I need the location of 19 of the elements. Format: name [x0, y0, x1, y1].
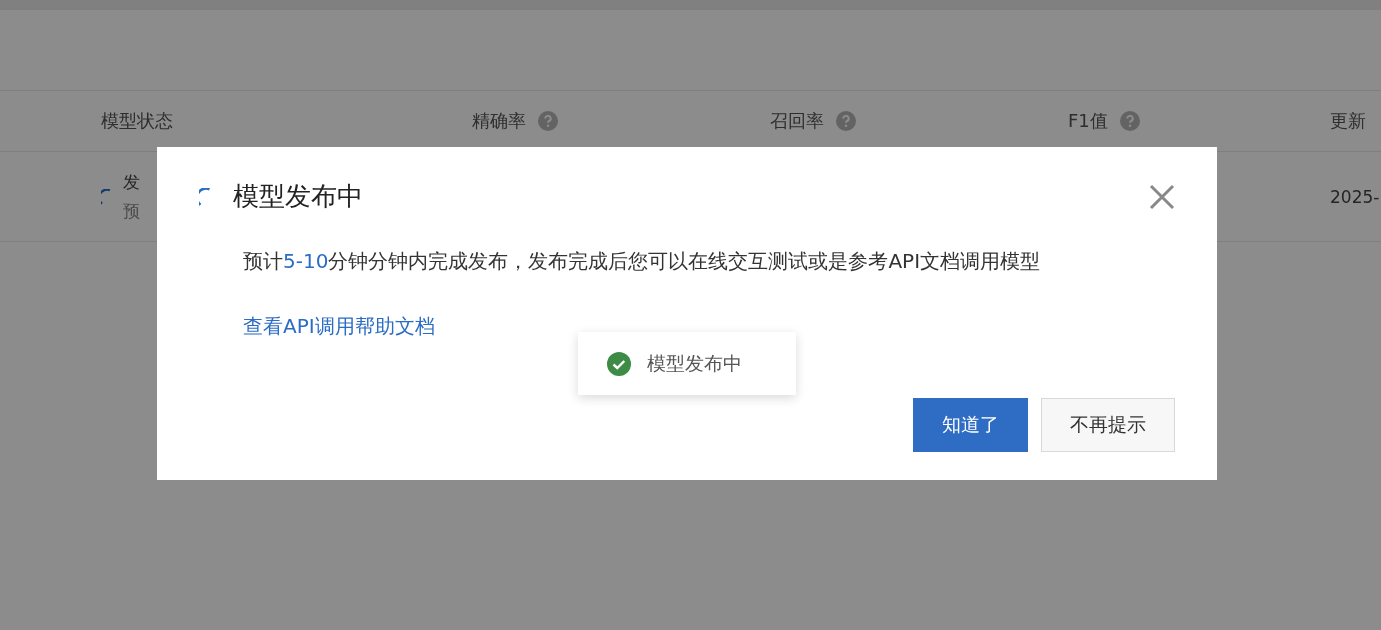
status-text: 发	[123, 170, 140, 194]
status-note: 预	[123, 199, 140, 223]
column-header: 更新	[1330, 109, 1366, 133]
dialog-message: 预计5-10分钟分钟内完成发布，发布完成后您可以在线交互测试或是参考API文档调用模型	[242, 248, 1042, 275]
column-header: 模型状态	[101, 109, 173, 133]
help-icon[interactable]	[1119, 111, 1140, 131]
toast-text: 模型发布中	[647, 350, 742, 376]
check-icon	[607, 351, 631, 376]
api-help-link[interactable]: 查看API调用帮助文档	[243, 313, 435, 340]
column-header: 召回率	[770, 109, 824, 133]
dismiss-button[interactable]: 不再提示	[1041, 398, 1175, 452]
dialog-title: 模型发布中	[233, 180, 364, 213]
help-icon[interactable]	[538, 111, 558, 131]
confirm-button[interactable]: 知道了	[913, 398, 1028, 452]
column-header: F1值	[1068, 109, 1108, 133]
close-icon[interactable]	[1149, 183, 1175, 210]
updated-time: 2025-	[1330, 186, 1380, 207]
help-icon[interactable]	[836, 111, 856, 131]
column-header: 精确率	[472, 109, 526, 133]
